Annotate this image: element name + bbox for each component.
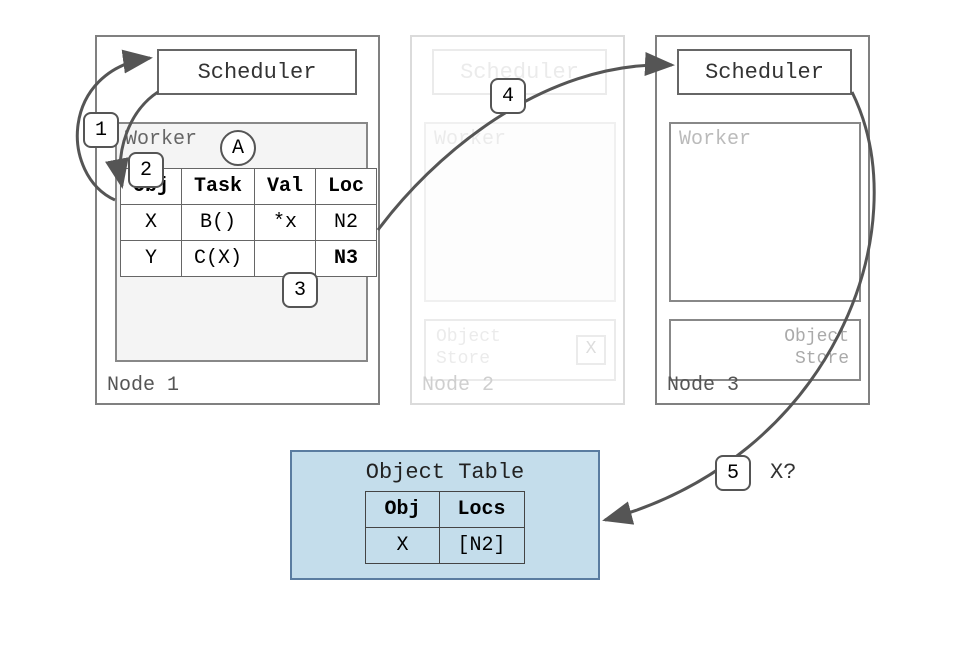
node3-object-store: Object Store (669, 319, 861, 381)
step-badge-2: 2 (128, 152, 164, 188)
table-row: X B() *x N2 (121, 205, 377, 241)
node3-scheduler-label: Scheduler (705, 60, 824, 85)
node2-object-store: Object Store X (424, 319, 616, 381)
node-3: Scheduler Worker Object Store Node 3 (655, 35, 870, 405)
node1-worker-label: Worker (125, 128, 197, 151)
node1-scheduler-label: Scheduler (198, 60, 317, 85)
object-table: Object Table Obj Locs X [N2] (290, 450, 600, 580)
object-x-badge: X (576, 335, 606, 365)
step-badge-4: 4 (490, 78, 526, 114)
wt-h-val: Val (255, 169, 316, 205)
node2-worker-label: Worker (434, 128, 506, 151)
object-table-data: Obj Locs X [N2] (365, 491, 524, 564)
wt-h-task: Task (182, 169, 255, 205)
table-row: Y C(X) N3 (121, 241, 377, 277)
node2-label: Node 2 (422, 374, 494, 397)
badge-a: A (220, 130, 256, 166)
step-badge-5: 5 (715, 455, 751, 491)
node3-label: Node 3 (667, 374, 739, 397)
node3-worker-label: Worker (679, 128, 751, 151)
node1-scheduler: Scheduler (157, 49, 357, 95)
node3-worker: Worker (669, 122, 861, 302)
node1-label: Node 1 (107, 374, 179, 397)
node3-scheduler: Scheduler (677, 49, 852, 95)
step-badge-1: 1 (83, 112, 119, 148)
query-x-label: X? (770, 460, 796, 485)
node2-objstore-label: Object Store (436, 327, 501, 369)
wt-h-loc: Loc (316, 169, 377, 205)
node3-objstore-label: Object Store (784, 327, 849, 369)
step-badge-3: 3 (282, 272, 318, 308)
node2-worker: Worker (424, 122, 616, 302)
table-row: X [N2] (366, 528, 524, 564)
object-table-title: Object Table (312, 460, 578, 485)
